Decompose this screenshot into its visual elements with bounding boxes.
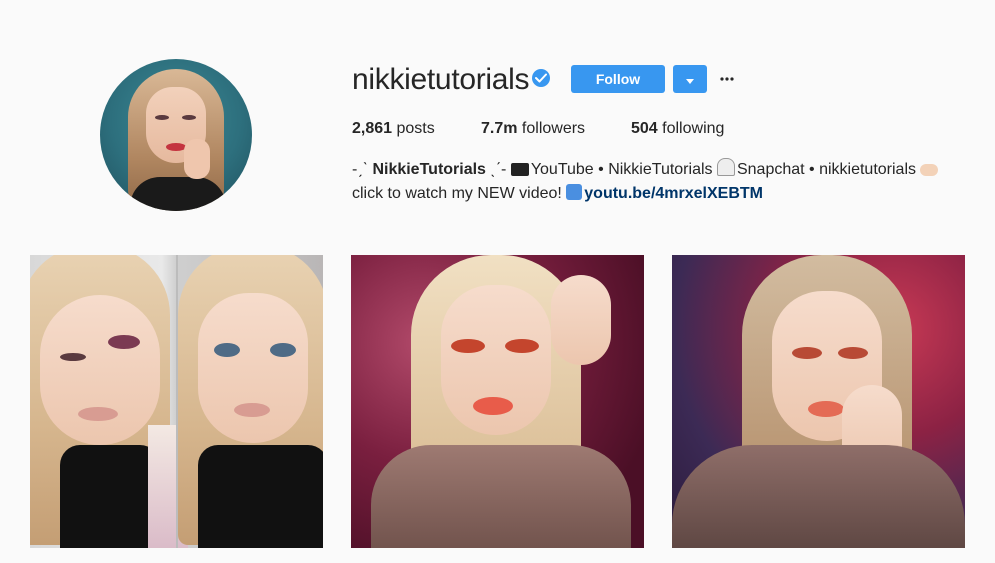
following-stat[interactable]: 504 following xyxy=(631,119,724,139)
post-figure-right xyxy=(178,255,323,548)
bio-name: NikkieTutorials xyxy=(372,161,486,178)
caret-down-icon xyxy=(686,72,694,87)
ghost-icon xyxy=(716,158,735,176)
post-thumbnail[interactable] xyxy=(351,255,644,548)
avatar-eye xyxy=(155,115,169,120)
following-count: 504 xyxy=(631,120,658,137)
post-figure xyxy=(672,255,965,548)
verified-badge-icon xyxy=(532,69,550,87)
avatar-shirt xyxy=(130,177,226,211)
bio-line-2: click to watch my NEW video! youtu.be/4m… xyxy=(352,182,982,206)
bio-name-suffix: ˎˊ- xyxy=(485,161,511,178)
profile-username: nikkietutorials xyxy=(352,63,530,96)
movie-camera-icon xyxy=(510,163,529,176)
more-options-button[interactable] xyxy=(717,68,737,90)
posts-stat: 2,861 posts xyxy=(352,119,435,139)
arrow-emoji-icon xyxy=(566,184,583,200)
avatar-hand xyxy=(184,139,210,179)
follow-button[interactable]: Follow xyxy=(571,65,665,93)
bio-cta: click to watch my NEW video! xyxy=(352,185,567,202)
post-figure-left xyxy=(30,255,188,548)
suggestions-dropdown-button[interactable] xyxy=(673,65,707,93)
post-figure xyxy=(351,255,644,548)
profile-avatar[interactable] xyxy=(100,59,252,211)
followers-count: 7.7m xyxy=(481,120,518,137)
posts-label: posts xyxy=(396,120,435,137)
bio-prefix: -ˏˋ xyxy=(352,161,373,178)
pointing-hand-icon xyxy=(920,164,939,176)
bio-link[interactable]: youtu.be/4mrxelXEBTM xyxy=(584,185,763,202)
post-thumbnail[interactable] xyxy=(30,255,323,548)
more-horizontal-icon xyxy=(720,77,734,81)
avatar-eye xyxy=(182,115,196,120)
followers-label: followers xyxy=(521,120,586,137)
bio-youtube: YouTube • NikkieTutorials xyxy=(530,161,717,178)
avatar-lips xyxy=(166,143,186,151)
followers-stat[interactable]: 7.7m followers xyxy=(481,119,585,139)
following-label: following xyxy=(662,120,725,137)
posts-count: 2,861 xyxy=(352,120,393,137)
bio-snapchat: Snapchat • nikkietutorials xyxy=(736,161,921,178)
post-thumbnail[interactable] xyxy=(672,255,965,548)
profile-bio: -ˏˋ NikkieTutorials ˎˊ- YouTube • Nikkie… xyxy=(352,158,982,206)
bio-line-1: -ˏˋ NikkieTutorials ˎˊ- YouTube • Nikkie… xyxy=(352,158,982,182)
